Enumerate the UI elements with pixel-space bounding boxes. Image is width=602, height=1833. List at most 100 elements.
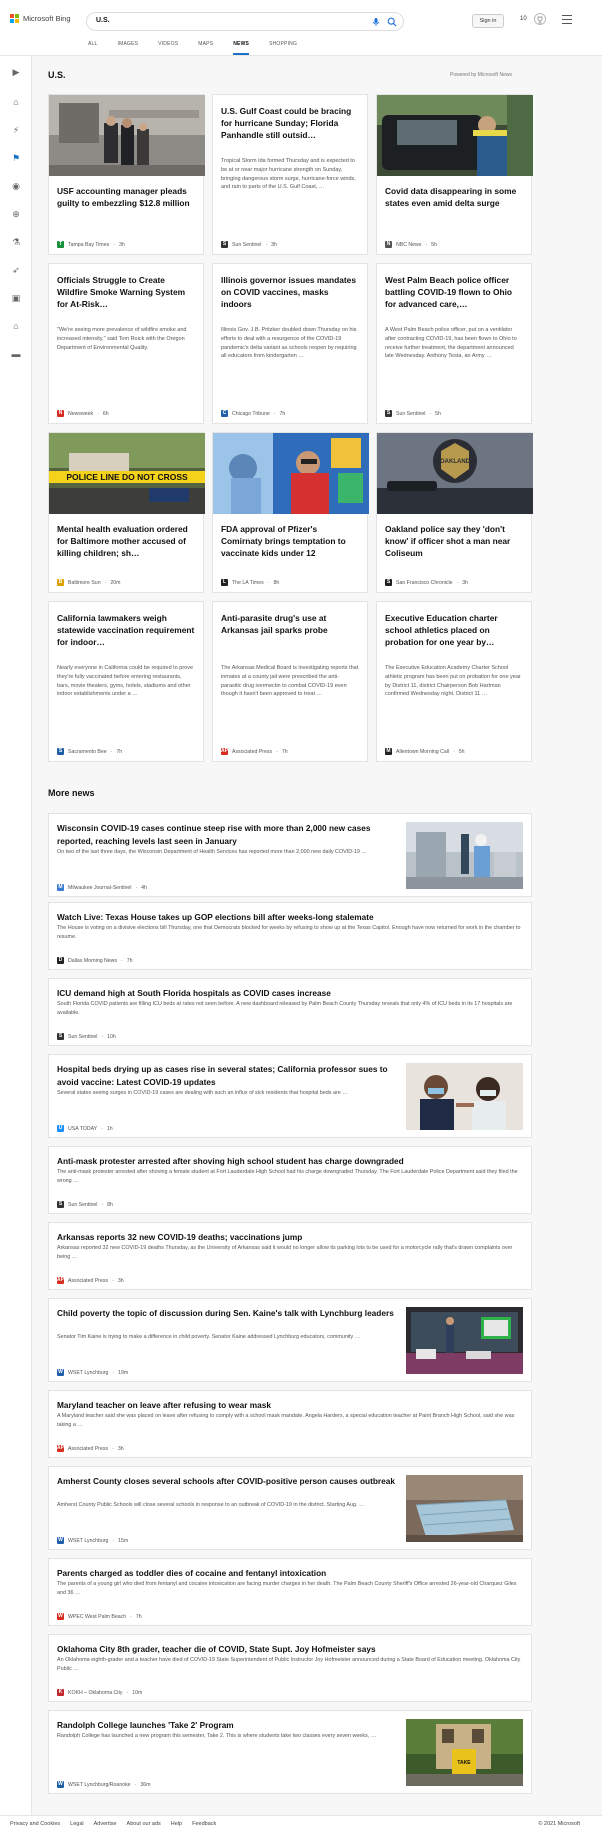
more-news-title[interactable]: Oklahoma City 8th grader, teacher die of… [57, 1643, 523, 1656]
more-news-source[interactable]: W WSET Lynchburg · 15m [57, 1537, 128, 1544]
tab-videos[interactable]: VIDEOS [158, 41, 178, 55]
news-card-title[interactable]: Illinois governor issues mandates on COV… [221, 274, 359, 310]
rewards-points[interactable]: 10 [520, 16, 527, 22]
more-news-source[interactable]: D Dallas Morning News · 7h [57, 957, 133, 964]
more-news-source[interactable]: S Sun Sentinel · 8h [57, 1201, 113, 1208]
more-news-item[interactable]: Oklahoma City 8th grader, teacher die of… [48, 1634, 532, 1702]
footer-link-advertise[interactable]: Advertise [94, 1821, 117, 1827]
bank-icon[interactable]: ⌂ [10, 320, 22, 332]
news-card-source[interactable]: N Newsweek · 6h [57, 410, 195, 417]
rewards-trophy-icon[interactable] [534, 13, 546, 25]
tab-images[interactable]: IMAGES [118, 41, 139, 55]
news-card-image[interactable] [49, 95, 205, 176]
microscope-icon[interactable]: ⚗ [10, 236, 22, 248]
more-news-source[interactable]: U USA TODAY · 1h [57, 1125, 113, 1132]
footer-link-legal[interactable]: Legal [70, 1821, 83, 1827]
footer-link-feedback[interactable]: Feedback [192, 1821, 216, 1827]
entertainment-icon[interactable]: ▣ [10, 292, 22, 304]
news-card-source[interactable]: S Sacramento Bee · 7h [57, 748, 195, 755]
news-card-title[interactable]: Oakland police say they 'don't know' if … [385, 523, 523, 559]
more-news-title[interactable]: Watch Live: Texas House takes up GOP ele… [57, 911, 523, 924]
more-news-item[interactable]: Amherst County closes several schools af… [48, 1466, 532, 1550]
news-card-source[interactable]: M Allentown Morning Call · 5h [385, 748, 523, 755]
tab-all[interactable]: ALL [88, 41, 98, 55]
powered-by[interactable]: Powered by Microsoft News [450, 72, 512, 78]
more-news-source[interactable]: W WSET Lynchburg · 19m [57, 1369, 128, 1376]
more-news-item[interactable]: Maryland teacher on leave after refusing… [48, 1390, 532, 1458]
news-card-source[interactable]: N NBC News · 5h [385, 241, 523, 248]
news-card-image[interactable]: POLICE LINE DO NOT CROSS [49, 433, 205, 514]
footer-link-help[interactable]: Help [171, 1821, 182, 1827]
more-news-thumbnail[interactable] [406, 1307, 523, 1374]
news-card-source[interactable]: C Chicago Tribune · 7h [221, 410, 359, 417]
news-card-source[interactable]: B Baltimore Sun · 20m [57, 579, 195, 586]
news-card-title[interactable]: USF accounting manager pleads guilty to … [57, 185, 195, 209]
news-card[interactable]: Covid data disappearing in some states e… [376, 94, 533, 255]
more-news-title[interactable]: Wisconsin COVID-19 cases continue steep … [57, 822, 399, 847]
more-news-thumbnail[interactable] [406, 1063, 523, 1130]
news-card-source[interactable]: S Sun Sentinel · 5h [385, 410, 523, 417]
news-card-source[interactable]: S Sun Sentinel · 3h [221, 241, 359, 248]
more-news-item[interactable]: Anti-mask protester arrested after shovi… [48, 1146, 532, 1214]
bing-logo[interactable]: Microsoft Bing [10, 14, 71, 23]
expand-arrow-icon[interactable]: ▶ [10, 66, 22, 78]
news-card[interactable]: Illinois governor issues mandates on COV… [212, 263, 368, 424]
more-news-thumbnail[interactable] [406, 1475, 523, 1542]
trending-icon[interactable]: ⚡ [10, 124, 22, 136]
more-news-title[interactable]: Parents charged as toddler dies of cocai… [57, 1567, 523, 1580]
news-card-image[interactable] [213, 433, 369, 514]
flag-icon[interactable]: ⚑ [10, 152, 22, 164]
more-news-source[interactable]: K KOKH – Oklahoma City · 10m [57, 1689, 142, 1696]
news-card[interactable]: USF accounting manager pleads guilty to … [48, 94, 205, 255]
footer-link-privacy[interactable]: Privacy and Cookies [10, 1821, 60, 1827]
more-news-source[interactable]: W WPEC West Palm Beach · 7h [57, 1613, 142, 1620]
news-card-source[interactable]: AP Associated Press · 7h [221, 748, 359, 755]
more-news-item[interactable]: Watch Live: Texas House takes up GOP ele… [48, 902, 532, 970]
more-news-title[interactable]: Hospital beds drying up as cases rise in… [57, 1063, 399, 1088]
location-pin-icon[interactable]: ◉ [10, 180, 22, 192]
more-news-source[interactable]: S Sun Sentinel · 10h [57, 1033, 116, 1040]
news-card-source[interactable]: L The LA Times · 8h [221, 579, 359, 586]
more-news-source[interactable]: W WSET Lynchburg/Roanoke · 36m [57, 1781, 150, 1788]
news-card[interactable]: Anti-parasite drug's use at Arkansas jai… [212, 601, 368, 762]
more-news-item[interactable]: Parents charged as toddler dies of cocai… [48, 1558, 532, 1626]
news-card-title[interactable]: FDA approval of Pfizer's Comirnaty bring… [221, 523, 359, 559]
tab-shopping[interactable]: SHOPPING [269, 41, 297, 55]
globe-icon[interactable]: ⊕ [10, 208, 22, 220]
sign-in-button[interactable]: Sign in [472, 14, 504, 28]
news-card-title[interactable]: Covid data disappearing in some states e… [385, 185, 523, 209]
news-card-source[interactable]: T Tampa Bay Times · 3h [57, 241, 195, 248]
news-card-title[interactable]: Mental health evaluation ordered for Bal… [57, 523, 195, 559]
news-card[interactable]: California lawmakers weigh statewide vac… [48, 601, 204, 762]
news-card-title[interactable]: California lawmakers weigh statewide vac… [57, 612, 195, 648]
more-news-item[interactable]: Wisconsin COVID-19 cases continue steep … [48, 813, 532, 897]
more-news-title[interactable]: Randolph College launches 'Take 2' Progr… [57, 1719, 399, 1732]
more-news-source[interactable]: AP Associated Press · 3h [57, 1277, 124, 1284]
news-card-image[interactable]: OAKLAND [377, 433, 533, 514]
more-news-title[interactable]: Anti-mask protester arrested after shovi… [57, 1155, 523, 1168]
tab-maps[interactable]: MAPS [198, 41, 213, 55]
home-icon[interactable]: ⌂ [10, 96, 22, 108]
news-card-title[interactable]: Executive Education charter school athle… [385, 612, 523, 648]
news-card-image[interactable] [377, 95, 533, 176]
news-card[interactable]: FDA approval of Pfizer's Comirnaty bring… [212, 432, 369, 593]
news-card[interactable]: OAKLAND Oakland police say they 'don't kn… [376, 432, 533, 593]
more-news-thumbnail[interactable] [406, 822, 523, 889]
card-icon[interactable]: ▬ [10, 348, 22, 360]
news-card[interactable]: Executive Education charter school athle… [376, 601, 532, 762]
more-news-title[interactable]: Child poverty the topic of discussion du… [57, 1307, 399, 1320]
news-card[interactable]: Officials Struggle to Create Wildfire Sm… [48, 263, 204, 424]
more-news-title[interactable]: Arkansas reports 32 new COVID-19 deaths;… [57, 1231, 523, 1244]
news-card[interactable]: POLICE LINE DO NOT CROSS Mental health ev… [48, 432, 205, 593]
tab-news[interactable]: NEWS [233, 41, 250, 55]
more-news-item[interactable]: Child poverty the topic of discussion du… [48, 1298, 532, 1382]
news-card-title[interactable]: U.S. Gulf Coast could be bracing for hur… [221, 105, 359, 141]
news-card-title[interactable]: Officials Struggle to Create Wildfire Sm… [57, 274, 195, 310]
search-box[interactable]: U.S. [86, 12, 404, 31]
footer-link-about-ads[interactable]: About our ads [127, 1821, 161, 1827]
microphone-icon[interactable] [371, 17, 381, 27]
more-news-thumbnail[interactable]: TAKE [406, 1719, 523, 1786]
news-card-source[interactable]: S San Francisco Chronicle · 3h [385, 579, 523, 586]
more-news-item[interactable]: Randolph College launches 'Take 2' Progr… [48, 1710, 532, 1794]
more-news-item[interactable]: Arkansas reports 32 new COVID-19 deaths;… [48, 1222, 532, 1290]
